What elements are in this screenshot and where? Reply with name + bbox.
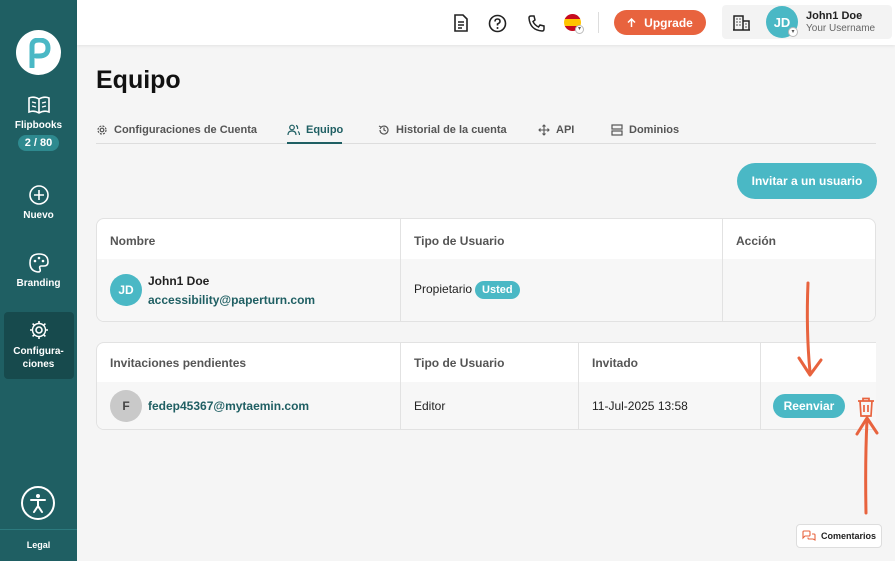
invite-user-button[interactable]: Invitar a un usuario [737, 163, 877, 199]
legal-link[interactable]: Legal [0, 540, 77, 550]
column-header: Invitado [592, 356, 639, 370]
avatar: F [110, 390, 142, 422]
move-icon [538, 124, 550, 136]
help-icon[interactable] [487, 13, 507, 33]
comments-button[interactable]: Comentarios [796, 524, 882, 548]
book-icon [27, 96, 50, 114]
tab-label: Configuraciones de Cuenta [114, 124, 258, 136]
plus-circle-icon [28, 185, 49, 205]
active-tab-indicator [287, 142, 342, 144]
document-icon[interactable] [451, 13, 471, 33]
tab-equipo[interactable]: Equipo [287, 124, 343, 136]
sidebar-item-label: Configura- ciones [13, 346, 64, 370]
pending-invitations-table: Invitaciones pendientes Tipo de Usuario … [96, 342, 876, 430]
column-header: Nombre [110, 234, 156, 248]
sidebar-item-nuevo[interactable]: Nuevo [0, 184, 77, 221]
column-header: Acción [736, 234, 777, 248]
palette-icon [28, 253, 49, 273]
column-header: Invitaciones pendientes [110, 356, 247, 370]
chevron-down-icon: ▾ [788, 27, 798, 37]
tab-configuraciones-de-cuenta[interactable]: Configuraciones de Cuenta [96, 124, 257, 136]
you-badge: Usted [475, 281, 520, 299]
server-icon [611, 124, 623, 136]
sidebar: Flipbooks 2 / 80 Nuevo Branding Configur… [0, 0, 77, 561]
column-divider [760, 343, 761, 429]
phone-icon[interactable] [526, 13, 546, 33]
sidebar-item-label: Flipbooks [14, 120, 63, 131]
arrow-up-annotation [864, 418, 869, 515]
user-username: Your Username [806, 23, 876, 34]
paperturn-logo[interactable] [16, 30, 61, 75]
table-row: JD John1 Doe accessibility@paperturn.com… [97, 259, 875, 321]
column-divider [578, 343, 579, 429]
sidebar-divider [0, 529, 77, 530]
member-name: John1 Doe [148, 274, 210, 288]
accessibility-icon [30, 494, 46, 513]
column-divider [400, 343, 401, 429]
gear-icon [29, 321, 48, 339]
sidebar-item-flipbooks[interactable]: Flipbooks 2 / 80 [0, 94, 77, 151]
flipbook-count-badge: 2 / 80 [17, 135, 60, 151]
trash-icon[interactable] [857, 397, 875, 417]
invite-type: Editor [414, 399, 446, 413]
invite-email[interactable]: fedep45367@mytaemin.com [148, 399, 309, 413]
column-divider [722, 219, 723, 321]
invite-date: 11-Jul-2025 13:58 [592, 399, 688, 413]
sidebar-item-label: Nuevo [23, 210, 54, 221]
tab-label: Dominios [629, 124, 680, 136]
column-header: Tipo de Usuario [414, 356, 505, 370]
avatar: JD [110, 274, 142, 306]
settings-tabs: Configuraciones de Cuenta Equipo Histori… [96, 118, 876, 144]
tab-historial[interactable]: Historial de la cuenta [378, 124, 507, 136]
tab-api[interactable]: API [538, 124, 574, 136]
building-icon [733, 15, 750, 31]
arrow-up-icon [627, 17, 636, 27]
sidebar-item-configuraciones[interactable]: Configura- ciones [0, 319, 77, 371]
user-type-label: Propietario [414, 282, 473, 296]
chat-icon [802, 530, 816, 541]
member-email[interactable]: accessibility@paperturn.com [148, 293, 315, 307]
header-divider [598, 12, 599, 33]
history-icon [378, 125, 389, 135]
members-table: Nombre Tipo de Usuario Acción JD John1 D… [96, 218, 876, 322]
accessibility-button[interactable] [21, 486, 55, 520]
tab-label: API [556, 124, 575, 136]
upgrade-label: Upgrade [644, 15, 693, 30]
chevron-down-icon: ▾ [575, 25, 584, 34]
logo-p-icon [29, 37, 51, 68]
column-divider [400, 219, 401, 321]
top-header: ▾ Upgrade JD ▾ John1 Doe Your Username [77, 0, 895, 45]
tab-label: Equipo [306, 124, 344, 136]
column-header: Tipo de Usuario [414, 234, 505, 248]
comments-label: Comentarios [820, 531, 876, 541]
tab-dominios[interactable]: Dominios [611, 124, 679, 136]
sidebar-item-branding[interactable]: Branding [0, 252, 77, 289]
tab-label: Historial de la cuenta [396, 124, 507, 136]
resend-button[interactable]: Reenviar [773, 394, 845, 418]
sidebar-item-label: Branding [16, 278, 61, 289]
gear-icon [97, 125, 107, 135]
users-icon [287, 124, 300, 136]
page-title: Equipo [96, 66, 181, 94]
upgrade-button[interactable]: Upgrade [614, 10, 706, 35]
member-type: Propietario Usted [414, 281, 520, 299]
user-name: John1 Doe [806, 10, 863, 22]
